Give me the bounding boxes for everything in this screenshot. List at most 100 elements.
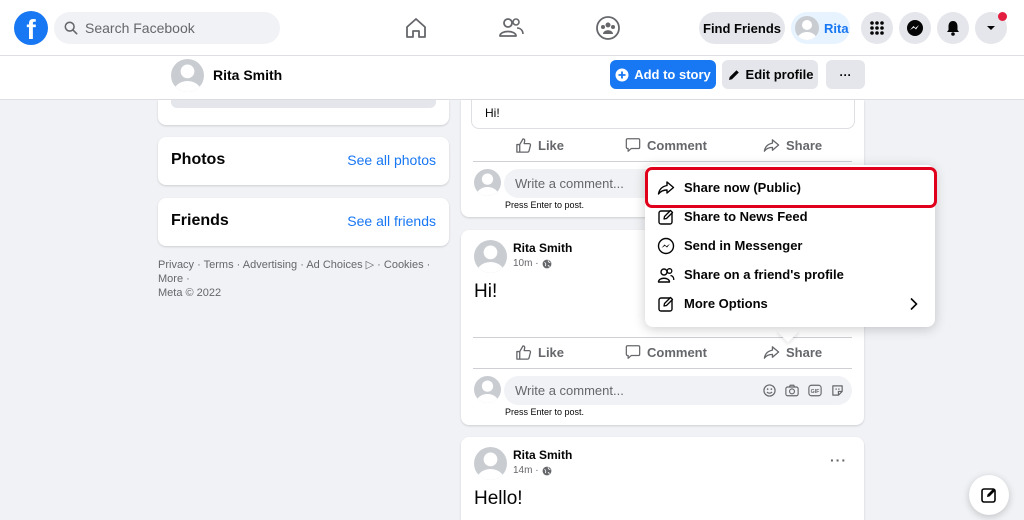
- search-icon: [64, 21, 78, 35]
- share-label: Share: [786, 138, 823, 153]
- profile-shortcut-label: Rita: [824, 20, 849, 36]
- camera-icon[interactable]: [785, 384, 799, 397]
- send-in-messenger-option[interactable]: Send in Messenger: [645, 231, 935, 260]
- facebook-logo-icon[interactable]: f: [14, 11, 48, 45]
- comment-avatar: [474, 169, 501, 196]
- comment-button[interactable]: Comment: [625, 344, 707, 360]
- share-button[interactable]: Share: [763, 137, 822, 154]
- thumbs-up-icon: [516, 138, 532, 153]
- post-time-text: 10m ·: [513, 258, 539, 269]
- divider: [473, 368, 852, 369]
- add-to-story-label: Add to story: [634, 67, 711, 82]
- like-button[interactable]: Like: [515, 344, 564, 361]
- menu-item-label: Send in Messenger: [684, 238, 803, 253]
- sticker-icon[interactable]: [831, 384, 844, 397]
- like-label: Like: [538, 345, 565, 360]
- notifications-button[interactable]: [937, 12, 969, 44]
- divider: [473, 161, 852, 162]
- compose-icon: [658, 209, 674, 225]
- like-button[interactable]: Like: [515, 137, 564, 154]
- comment-button[interactable]: Comment: [625, 137, 707, 153]
- shared-post-preview[interactable]: Hi!: [471, 100, 855, 129]
- share-on-friends-profile-option[interactable]: Share on a friend's profile: [645, 260, 935, 289]
- press-enter-hint: Press Enter to post.: [505, 200, 585, 210]
- new-message-button[interactable]: [969, 475, 1009, 515]
- comment-avatar: [474, 376, 501, 403]
- post-text: Hi!: [485, 106, 500, 120]
- compose-icon: [981, 488, 996, 503]
- see-all-friends-link[interactable]: See all friends: [347, 213, 436, 229]
- notification-dot: [998, 12, 1007, 21]
- globe-icon: [542, 259, 551, 268]
- post-author-avatar[interactable]: [474, 447, 507, 480]
- grid-menu-icon: [870, 21, 884, 35]
- post-timestamp[interactable]: 10m ·: [513, 258, 552, 269]
- default-avatar-icon: [476, 245, 505, 273]
- thumbs-up-icon: [516, 345, 532, 360]
- footer-line[interactable]: Privacy · Terms · Advertising · Ad Choic…: [158, 258, 448, 286]
- more-dots-icon: ···: [839, 67, 852, 82]
- share-button[interactable]: Share: [763, 344, 822, 361]
- post-text: Hello!: [474, 488, 523, 509]
- post-timestamp[interactable]: 14m ·: [513, 465, 552, 476]
- default-avatar-icon: [476, 452, 505, 480]
- svg-text:GIF: GIF: [811, 389, 821, 395]
- footer-links[interactable]: Privacy · Terms · Advertising · Ad Choic…: [158, 258, 448, 300]
- edit-profile-button[interactable]: Edit profile: [722, 60, 818, 89]
- highlight-box: [645, 167, 937, 208]
- comment-input[interactable]: Write a comment...: [504, 376, 852, 405]
- post-author-avatar[interactable]: [474, 240, 507, 273]
- chevron-right-icon: [910, 297, 918, 311]
- divider: [473, 337, 852, 338]
- find-friends-button[interactable]: Find Friends: [699, 12, 785, 44]
- intro-placeholder-bar: [171, 100, 436, 108]
- photos-card: Photos See all photos: [158, 137, 449, 185]
- share-arrow-icon: [763, 346, 780, 359]
- edit-icon: [658, 296, 674, 312]
- profile-header-bar: [0, 56, 1024, 100]
- footer-copyright: Meta © 2022: [158, 287, 222, 299]
- emoji-icon[interactable]: [763, 384, 776, 397]
- default-avatar-icon: [173, 64, 202, 92]
- menu-item-label: Share to News Feed: [684, 209, 808, 224]
- friends-icon: [657, 267, 675, 283]
- groups-icon[interactable]: [594, 14, 622, 42]
- like-label: Like: [538, 138, 565, 153]
- profile-avatar[interactable]: [171, 59, 204, 92]
- friends-card: Friends See all friends: [158, 198, 449, 246]
- friends-nav-icon[interactable]: [497, 14, 525, 42]
- default-avatar-icon: [797, 20, 817, 40]
- messenger-button[interactable]: [899, 12, 931, 44]
- plus-circle-icon: [615, 68, 629, 81]
- comment-label: Comment: [647, 344, 707, 360]
- menu-item-label: More Options: [684, 296, 768, 311]
- more-options-option[interactable]: More Options: [645, 289, 935, 318]
- share-arrow-icon: [763, 139, 780, 152]
- edit-profile-label: Edit profile: [745, 67, 814, 82]
- profile-shortcut-button[interactable]: Rita: [791, 12, 850, 44]
- add-to-story-button[interactable]: Add to story: [610, 60, 716, 89]
- see-all-photos-link[interactable]: See all photos: [347, 152, 436, 168]
- chevron-down-icon: [987, 26, 995, 30]
- search-input[interactable]: Search Facebook: [54, 12, 280, 44]
- default-avatar-icon: [476, 173, 499, 196]
- post-text: Hi!: [474, 281, 498, 302]
- post-time-text: 14m ·: [513, 465, 539, 476]
- home-icon[interactable]: [402, 14, 430, 42]
- messenger-icon: [907, 20, 923, 36]
- comment-placeholder: Write a comment...: [515, 383, 624, 398]
- globe-icon: [542, 466, 551, 475]
- profile-more-button[interactable]: ···: [826, 60, 865, 89]
- gif-icon[interactable]: GIF: [808, 384, 822, 397]
- profile-name[interactable]: Rita Smith: [213, 67, 282, 83]
- menu-button[interactable]: [861, 12, 893, 44]
- comment-icon: [625, 345, 641, 359]
- post-author-name[interactable]: Rita Smith: [513, 241, 572, 255]
- menu-item-label: Share on a friend's profile: [684, 267, 844, 282]
- default-avatar-icon: [476, 380, 499, 403]
- photos-title: Photos: [171, 151, 226, 168]
- post-author-name[interactable]: Rita Smith: [513, 448, 572, 462]
- pencil-icon: [728, 69, 739, 80]
- comment-label: Comment: [647, 137, 707, 153]
- post-options-button[interactable]: ···: [830, 452, 847, 468]
